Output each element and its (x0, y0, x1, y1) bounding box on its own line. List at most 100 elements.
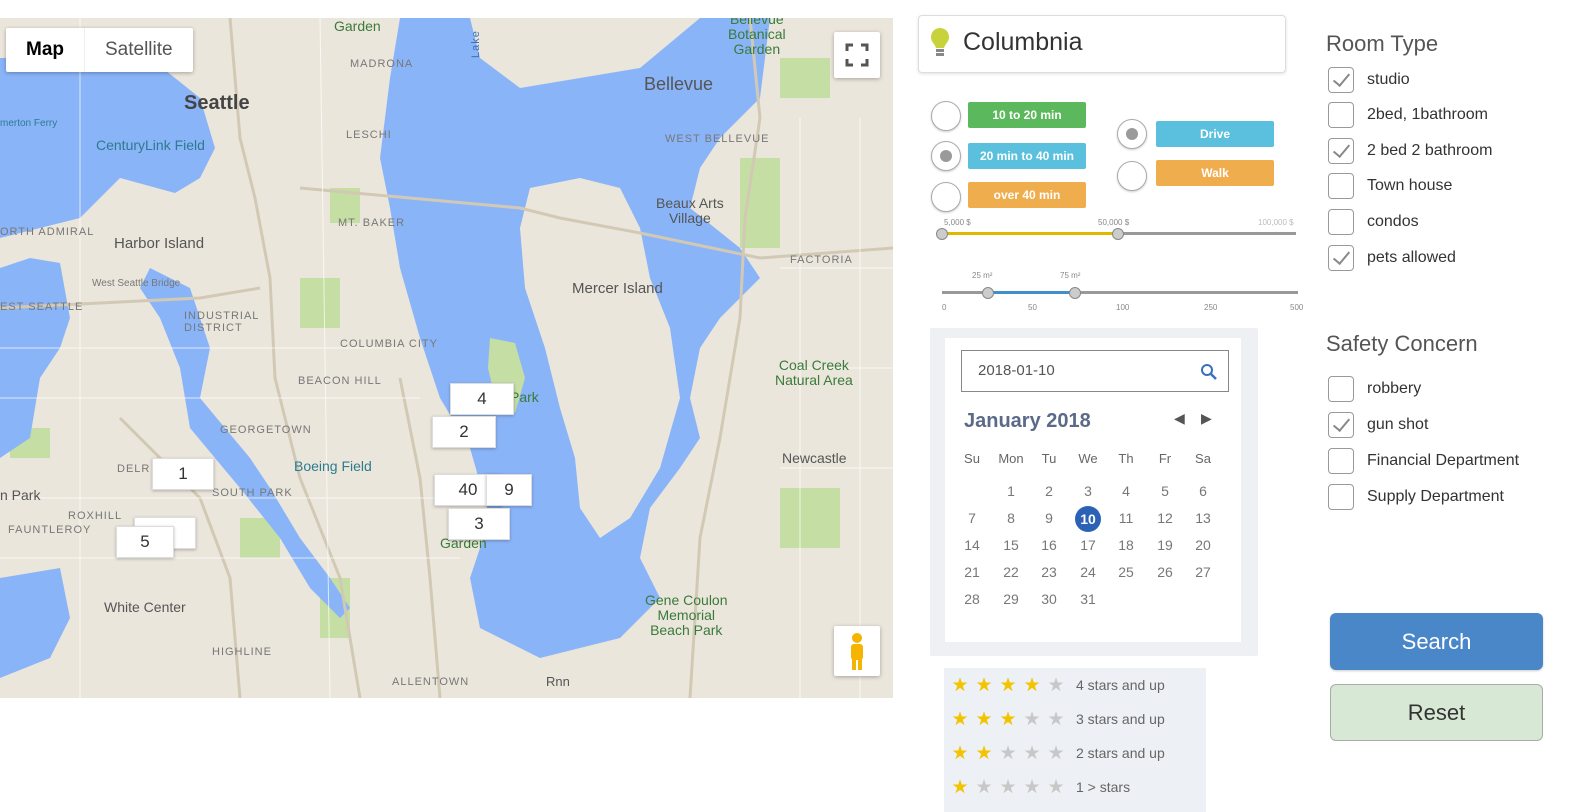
area-handle-high[interactable] (1069, 287, 1081, 299)
area-handle-low[interactable] (982, 287, 994, 299)
checkbox[interactable] (1328, 376, 1354, 402)
map-marker[interactable]: 5 (116, 526, 174, 558)
location-input[interactable]: Columbnia (918, 15, 1286, 73)
map-marker[interactable]: 3 (448, 508, 510, 540)
calendar-day[interactable]: 27 (1186, 564, 1220, 580)
calendar-day[interactable]: 11 (1109, 510, 1143, 526)
checkbox[interactable] (1328, 209, 1354, 235)
map[interactable]: Seattle Bellevue Bellevue Botanical Gard… (0, 18, 893, 698)
calendar-day[interactable]: 22 (994, 564, 1028, 580)
room-type-option[interactable]: condos (1328, 207, 1419, 237)
prev-month-icon[interactable]: ◀ (1174, 410, 1185, 427)
room-type-option[interactable]: pets allowed (1328, 243, 1456, 273)
street-view-button[interactable] (834, 626, 880, 676)
checkbox[interactable] (1328, 412, 1354, 438)
calendar-day[interactable]: 14 (955, 537, 989, 553)
map-type-satellite-button[interactable]: Satellite (84, 28, 193, 72)
reset-button[interactable]: Reset (1330, 684, 1543, 741)
calendar-day[interactable]: 26 (1148, 564, 1182, 580)
star-rating-option[interactable]: ★ ★ ★ ★ ★ 3 stars and up (948, 706, 1164, 732)
calendar-day[interactable]: 16 (1032, 537, 1066, 553)
room-type-option[interactable]: Town house (1328, 171, 1452, 201)
star-rating-option[interactable]: ★ ★ ★ ★ ★ 4 stars and up (948, 672, 1164, 698)
star-rating-option[interactable]: ★ ★ ★ ★ ★ 2 stars and up (948, 740, 1164, 766)
price-handle-high[interactable] (1112, 228, 1124, 240)
checkbox[interactable] (1328, 448, 1354, 474)
calendar-day[interactable]: 18 (1109, 537, 1143, 553)
travel-radio-over-40[interactable] (931, 182, 961, 212)
checkbox[interactable] (1328, 484, 1354, 510)
calendar-day[interactable]: 3 (1071, 483, 1105, 499)
calendar-day[interactable]: 10 (1071, 506, 1105, 532)
calendar-day[interactable]: 8 (994, 510, 1028, 526)
map-marker[interactable]: 9 (486, 474, 532, 506)
travel-option-over-40[interactable]: over 40 min (968, 182, 1086, 208)
price-end-label: 100,000 $ (1258, 218, 1294, 227)
room-type-option[interactable]: 2bed, 1bathroom (1328, 100, 1488, 130)
room-type-option[interactable]: 2 bed 2 bathroom (1328, 136, 1492, 166)
calendar-day[interactable]: 9 (1032, 510, 1066, 526)
star-icon: ★ (975, 742, 993, 764)
date-input[interactable]: 2018-01-10 (961, 350, 1229, 392)
map-type-map-button[interactable]: Map (6, 28, 84, 72)
calendar-day[interactable]: 24 (1071, 564, 1105, 580)
calendar-day[interactable]: 21 (955, 564, 989, 580)
checkbox[interactable] (1328, 102, 1354, 128)
calendar-day[interactable]: 20 (1186, 537, 1220, 553)
next-month-icon[interactable]: ▶ (1201, 410, 1212, 427)
mode-option-drive[interactable]: Drive (1156, 121, 1274, 147)
checkbox[interactable] (1328, 67, 1354, 93)
checkbox[interactable] (1328, 245, 1354, 271)
safety-option[interactable]: Financial Department (1328, 446, 1519, 476)
area-slider[interactable]: 25 m² 75 m² 0 50 100 250 500 (942, 271, 1303, 315)
fullscreen-button[interactable] (834, 32, 880, 78)
star-icon: ★ (1023, 742, 1041, 764)
travel-radio-20-40[interactable] (931, 141, 961, 171)
safety-option[interactable]: gun shot (1328, 410, 1428, 440)
safety-label: Financial Department (1367, 452, 1520, 469)
price-slider[interactable]: 5,000 $ 50,000 $ 100,000 $ (936, 218, 1296, 244)
room-type-label: 2 bed 2 bathroom (1367, 142, 1493, 159)
calendar-day[interactable]: 6 (1186, 483, 1220, 499)
map-marker[interactable]: 4 (450, 383, 514, 415)
mode-radio-drive[interactable] (1117, 119, 1147, 149)
calendar-day[interactable]: 7 (955, 510, 989, 526)
calendar-day[interactable]: 15 (994, 537, 1028, 553)
calendar-day[interactable]: 4 (1109, 483, 1143, 499)
calendar-day[interactable]: 2 (1032, 483, 1066, 499)
room-type-option[interactable]: studio (1328, 65, 1410, 95)
search-button[interactable]: Search (1330, 613, 1543, 670)
star-rating-option[interactable]: ★ ★ ★ ★ ★ 1 > stars (948, 774, 1130, 800)
map-marker[interactable]: 1 (152, 458, 214, 490)
calendar-day[interactable]: 29 (994, 591, 1028, 607)
travel-option-10-20[interactable]: 10 to 20 min (968, 102, 1086, 128)
calendar-day[interactable]: 30 (1032, 591, 1066, 607)
checkbox[interactable] (1328, 173, 1354, 199)
calendar-day[interactable]: 5 (1148, 483, 1182, 499)
calendar-day[interactable]: 19 (1148, 537, 1182, 553)
calendar-day[interactable]: 23 (1032, 564, 1066, 580)
map-label-centurylink: CenturyLink Field (96, 137, 205, 153)
date-input-value: 2018-01-10 (978, 362, 1055, 379)
travel-radio-10-20[interactable] (931, 101, 961, 131)
calendar-day[interactable]: 17 (1071, 537, 1105, 553)
calendar-day[interactable]: 13 (1186, 510, 1220, 526)
calendar-day[interactable]: 28 (955, 591, 989, 607)
calendar-day[interactable]: 31 (1071, 591, 1105, 607)
calendar-day[interactable]: 1 (994, 483, 1028, 499)
safety-option[interactable]: robbery (1328, 374, 1421, 404)
mode-radio-walk[interactable] (1117, 161, 1147, 191)
travel-option-20-40[interactable]: 20 min to 40 min (968, 143, 1086, 169)
calendar-day[interactable]: 25 (1109, 564, 1143, 580)
price-handle-low[interactable] (936, 228, 948, 240)
mode-option-walk[interactable]: Walk (1156, 160, 1274, 186)
calendar-day[interactable]: 12 (1148, 510, 1182, 526)
calendar-day-selected[interactable]: 10 (1075, 506, 1101, 532)
room-type-label: studio (1367, 71, 1410, 88)
checkbox[interactable] (1328, 138, 1354, 164)
map-marker[interactable]: 2 (432, 416, 496, 448)
safety-option[interactable]: Supply Department (1328, 482, 1504, 512)
weekday-header: We (1078, 451, 1098, 466)
weekday-header: Su (964, 451, 980, 466)
search-icon[interactable] (1200, 363, 1218, 381)
